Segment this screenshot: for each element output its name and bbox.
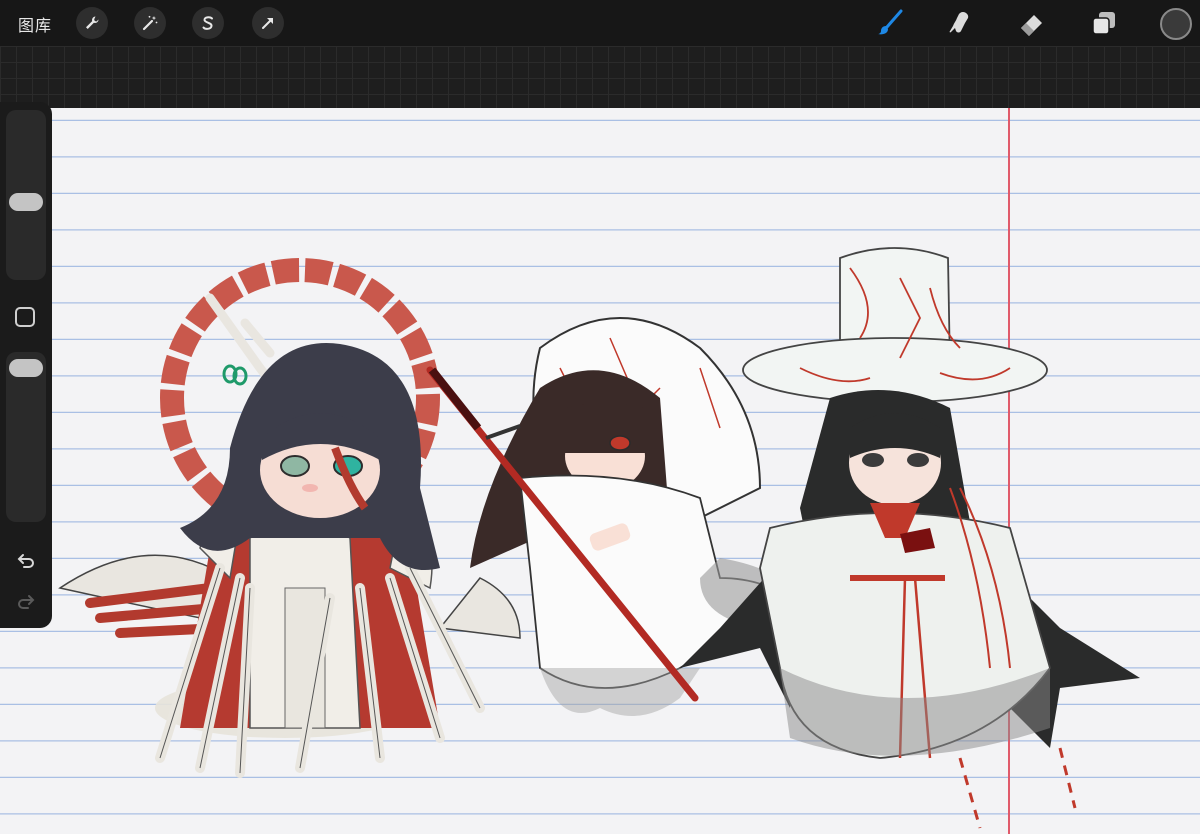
- actions-wrench-button[interactable]: [76, 7, 108, 39]
- opacity-handle[interactable]: [9, 359, 43, 377]
- undo-button[interactable]: [13, 548, 39, 574]
- transform-arrow-icon: [262, 18, 273, 29]
- adjustments-button[interactable]: [134, 7, 166, 39]
- modifier-button[interactable]: [15, 307, 35, 327]
- opacity-slider[interactable]: [6, 352, 46, 522]
- brush-size-handle[interactable]: [9, 193, 43, 211]
- brush-tool-button[interactable]: [872, 5, 908, 41]
- gallery-button[interactable]: 图库: [18, 12, 52, 36]
- layers-button[interactable]: [1086, 5, 1122, 41]
- brush-icon: [878, 9, 903, 35]
- eraser-tool-button[interactable]: [1014, 5, 1050, 41]
- selection-button[interactable]: [192, 7, 224, 39]
- undo-icon: [17, 554, 34, 568]
- layers-icon: [1092, 12, 1115, 35]
- wrench-icon: [86, 16, 99, 29]
- color-swatch-button[interactable]: [1160, 8, 1192, 40]
- redo-icon: [18, 595, 35, 609]
- selection-s-icon: [202, 16, 213, 30]
- top-toolbar: 图库: [0, 0, 1200, 46]
- redo-button[interactable]: [13, 589, 39, 615]
- smudge-icon: [949, 12, 969, 33]
- workspace-grid-background: [0, 46, 1200, 108]
- transform-button[interactable]: [252, 7, 284, 39]
- smudge-tool-button[interactable]: [943, 5, 979, 41]
- drawing-canvas[interactable]: [0, 108, 1200, 834]
- brush-size-slider[interactable]: [6, 110, 46, 280]
- magic-wand-icon: [142, 15, 158, 31]
- artwork-canvas: [0, 108, 1200, 834]
- brush-sidebar: [0, 102, 52, 628]
- eraser-icon: [1021, 15, 1042, 36]
